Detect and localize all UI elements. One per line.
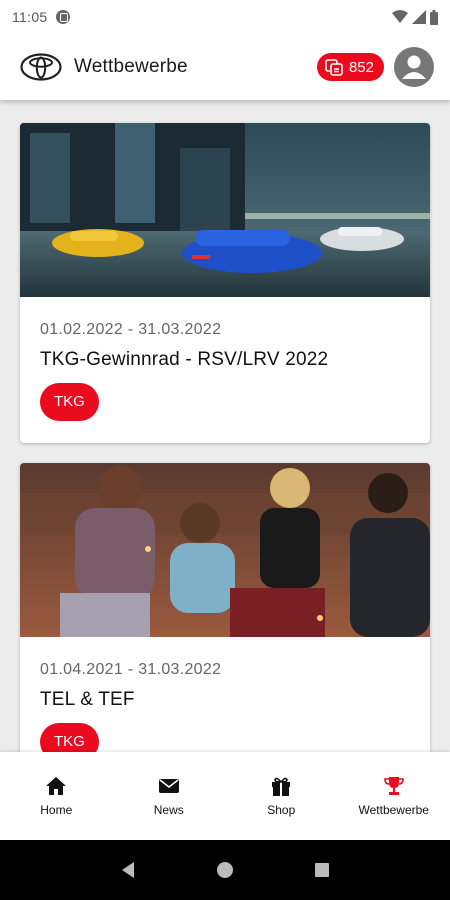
points-badge[interactable]: 852 — [316, 53, 384, 81]
bottom-nav: Home News Shop Wettbewerbe — [0, 752, 450, 840]
points-count: 852 — [348, 58, 374, 76]
nav-news[interactable]: News — [113, 752, 226, 840]
status-bar: 11:05 — [0, 0, 450, 34]
competition-tag: TKG — [40, 723, 99, 752]
competition-title: TEL & TEF — [40, 689, 135, 710]
competition-list[interactable]: 01.02.2022 - 31.03.2022 TKG-Gewinnrad - … — [0, 100, 450, 752]
user-icon — [402, 55, 426, 79]
nav-wettbewerbe-label: Wettbewerbe — [358, 803, 429, 817]
nav-wettbewerbe[interactable]: Wettbewerbe — [338, 752, 450, 840]
nav-home-label: Home — [40, 803, 73, 817]
nav-shop[interactable]: Shop — [225, 752, 338, 840]
status-icons — [392, 9, 438, 25]
nav-home[interactable]: Home — [0, 752, 113, 840]
nav-news-label: News — [153, 803, 184, 817]
signal-icon — [412, 10, 426, 24]
system-nav-bar — [0, 840, 450, 900]
competition-tag: TKG — [40, 383, 99, 421]
coins-icon — [325, 59, 343, 76]
notification-icon — [55, 10, 70, 24]
mail-icon — [158, 779, 179, 793]
competition-date-range: 01.02.2022 - 31.03.2022 — [40, 321, 222, 338]
competition-date-range: 01.04.2021 - 31.03.2022 — [40, 661, 222, 678]
competition-image-cars — [20, 123, 430, 297]
status-time: 11:05 — [12, 9, 48, 25]
wifi-icon — [392, 10, 408, 23]
app-bar: Wettbewerbe 852 — [0, 34, 450, 100]
gift-icon — [272, 777, 291, 796]
recents-icon[interactable] — [312, 860, 332, 880]
battery-icon — [430, 9, 438, 25]
home-icon — [46, 777, 67, 795]
nav-shop-label: Shop — [267, 803, 296, 817]
trophy-icon — [383, 777, 404, 795]
competition-card[interactable]: 01.04.2021 - 31.03.2022 TEL & TEF TKG — [20, 463, 430, 752]
avatar[interactable] — [394, 47, 434, 87]
competition-image-friends — [20, 463, 430, 637]
home-circle-icon[interactable] — [215, 860, 235, 880]
page-title: Wettbewerbe — [74, 56, 188, 77]
back-icon[interactable] — [118, 860, 138, 880]
toyota-logo-icon[interactable] — [20, 53, 62, 81]
competition-card[interactable]: 01.02.2022 - 31.03.2022 TKG-Gewinnrad - … — [20, 123, 430, 443]
competition-title: TKG-Gewinnrad - RSV/LRV 2022 — [40, 349, 329, 370]
